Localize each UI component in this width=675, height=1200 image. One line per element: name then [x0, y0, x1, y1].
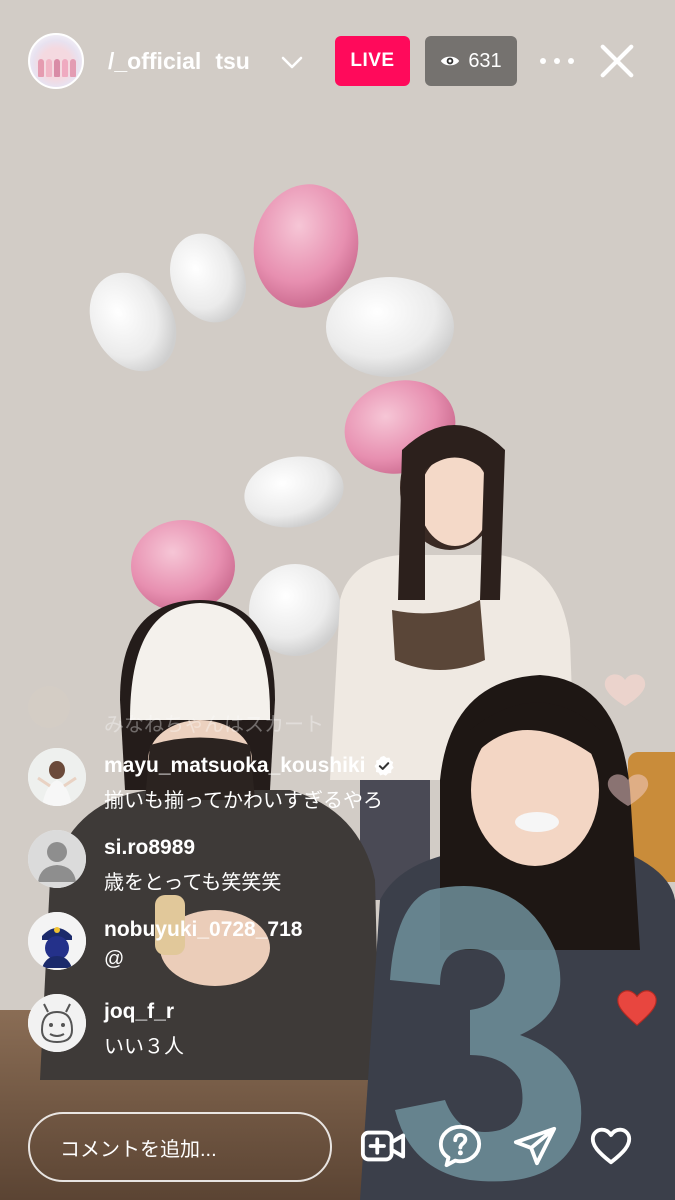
live-stream-screen: /_official tsu LIVE 631 みなねちゃんはスカート mayu… — [0, 0, 675, 1200]
chevron-down-icon[interactable] — [280, 50, 304, 74]
account-name: /_official — [108, 48, 202, 74]
commenter-avatar[interactable] — [28, 686, 70, 728]
viewer-count: 631 — [468, 49, 502, 72]
floating-heart-icon — [617, 990, 657, 1027]
comment-text: いい３人 — [104, 1036, 184, 1058]
more-options-icon[interactable] — [540, 48, 574, 74]
comment-text: @ — [104, 948, 125, 970]
live-header: /_official tsu LIVE 631 — [0, 0, 675, 125]
commenter-username[interactable]: nobuyuki_0728_718 — [104, 918, 302, 942]
commenter-avatar[interactable] — [28, 830, 86, 888]
commenter-avatar[interactable] — [28, 994, 86, 1052]
commenter-avatar[interactable] — [28, 912, 86, 970]
comment-text: みなねちゃんはスカート — [104, 714, 324, 736]
account-username[interactable]: /_official tsu — [108, 48, 250, 75]
commenter-username[interactable]: mayu_matsuoka_koushiki — [104, 754, 395, 778]
live-badge: LIVE — [335, 36, 410, 86]
commenter-avatar[interactable] — [28, 748, 86, 806]
eye-icon — [441, 56, 460, 66]
comment-text: 歳をとっても笑笑笑 — [104, 872, 282, 894]
comment-item: nobuyuki_0728_718 @ — [28, 912, 468, 994]
viewer-count-badge[interactable]: 631 — [425, 36, 517, 86]
question-icon[interactable] — [437, 1123, 483, 1169]
commenter-username[interactable]: joq_f_r — [104, 1000, 174, 1024]
comment-item: mayu_matsuoka_koushiki 揃いも揃ってかわいすぎるやろ — [28, 748, 468, 830]
comment-text: 揃いも揃ってかわいすぎるやろ — [104, 790, 383, 812]
account-suffix: tsu — [215, 48, 250, 74]
comment-item: joq_f_r いい３人 — [28, 994, 468, 1076]
send-icon[interactable] — [512, 1123, 558, 1169]
balloon — [131, 520, 235, 612]
commenter-username[interactable]: si.ro8989 — [104, 836, 195, 860]
verified-badge-icon — [374, 755, 395, 776]
balloon — [326, 277, 454, 377]
commenter-username-text: mayu_matsuoka_koushiki — [104, 754, 366, 777]
comment-item: みなねちゃんはスカート — [28, 686, 468, 748]
account-avatar[interactable] — [28, 33, 84, 89]
comment-feed: みなねちゃんはスカート mayu_matsuoka_koushiki 揃いも揃っ… — [28, 686, 468, 1076]
add-video-icon[interactable] — [360, 1123, 406, 1169]
comment-item: si.ro8989 歳をとっても笑笑笑 — [28, 830, 468, 912]
heart-icon[interactable] — [588, 1123, 634, 1169]
close-icon[interactable] — [598, 42, 636, 80]
comment-input[interactable]: コメントを追加... — [28, 1112, 332, 1182]
